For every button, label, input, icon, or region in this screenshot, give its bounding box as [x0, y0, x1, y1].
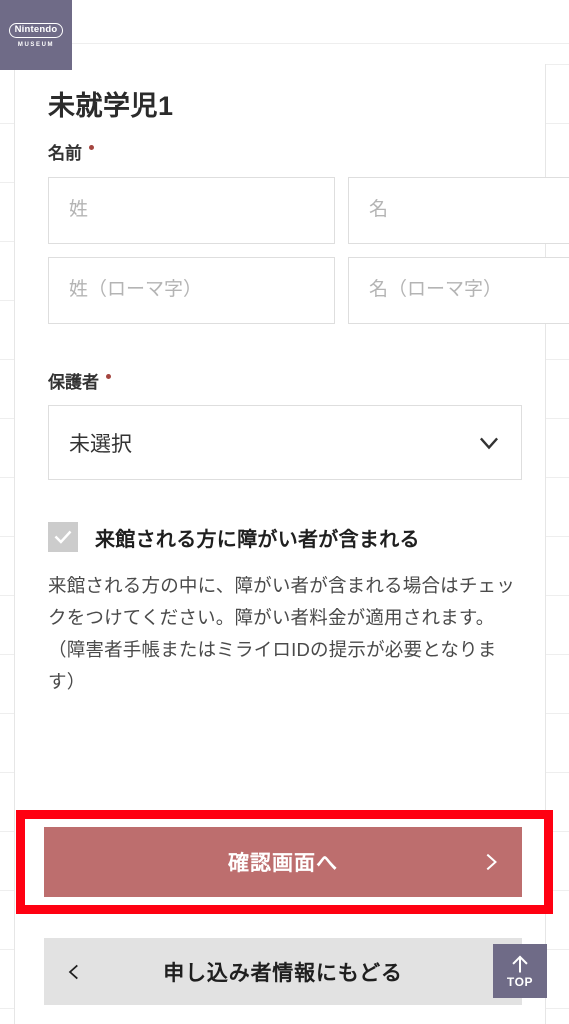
chevron-left-icon: [68, 964, 78, 979]
name-row-romaji: [48, 256, 569, 324]
arrow-up-icon: [512, 955, 528, 972]
guardian-select[interactable]: 未選択: [48, 405, 522, 481]
last-name-romaji-input[interactable]: [48, 256, 335, 324]
name-row-kanji: [48, 176, 569, 244]
required-dot-icon: [89, 145, 94, 151]
name-label-text: 名前: [48, 144, 82, 164]
museum-wordmark-label: MUSEUM: [17, 41, 55, 48]
last-name-input[interactable]: [48, 176, 335, 244]
submit-button-label: 確認画面へ: [228, 852, 338, 875]
disability-checkbox[interactable]: [48, 522, 78, 553]
first-name-romaji-input[interactable]: [348, 256, 569, 324]
back-button[interactable]: 申し込み者情報にもどる: [44, 938, 522, 1005]
chevron-right-icon: [486, 853, 497, 871]
scroll-to-top-button[interactable]: TOP: [493, 944, 547, 998]
nintendo-wordmark-icon: Nintendo: [8, 22, 64, 38]
site-logo[interactable]: Nintendo MUSEUM: [0, 0, 72, 70]
disability-checkbox-row[interactable]: 来館される方に障がい者が含まれる: [48, 522, 522, 553]
form-content: 未就学児1 名前 保護者 未選択: [48, 90, 569, 716]
check-icon: [54, 530, 72, 544]
disability-checkbox-label: 来館される方に障がい者が含まれる: [95, 528, 420, 551]
guardian-select-wrapper: 未選択: [48, 405, 522, 481]
back-button-label: 申し込み者情報にもどる: [163, 961, 403, 985]
name-field-label: 名前: [48, 144, 522, 164]
submit-button[interactable]: 確認画面へ: [44, 827, 522, 897]
scroll-to-top-label: TOP: [506, 974, 534, 989]
disability-help-text: 来館される方の中に、障がい者が含まれる場合はチェックをつけてください。障がい者料…: [48, 575, 515, 692]
guardian-field-label: 保護者: [48, 373, 522, 393]
page-viewport: Nintendo MUSEUM 未就学児1 名前 保護者 未選択: [0, 0, 569, 1024]
required-dot-icon: [106, 373, 111, 379]
guardian-label-text: 保護者: [48, 372, 99, 392]
first-name-input[interactable]: [348, 176, 569, 244]
guardian-selected-value: 未選択: [69, 432, 132, 456]
page-title: 未就学児1: [48, 91, 174, 121]
